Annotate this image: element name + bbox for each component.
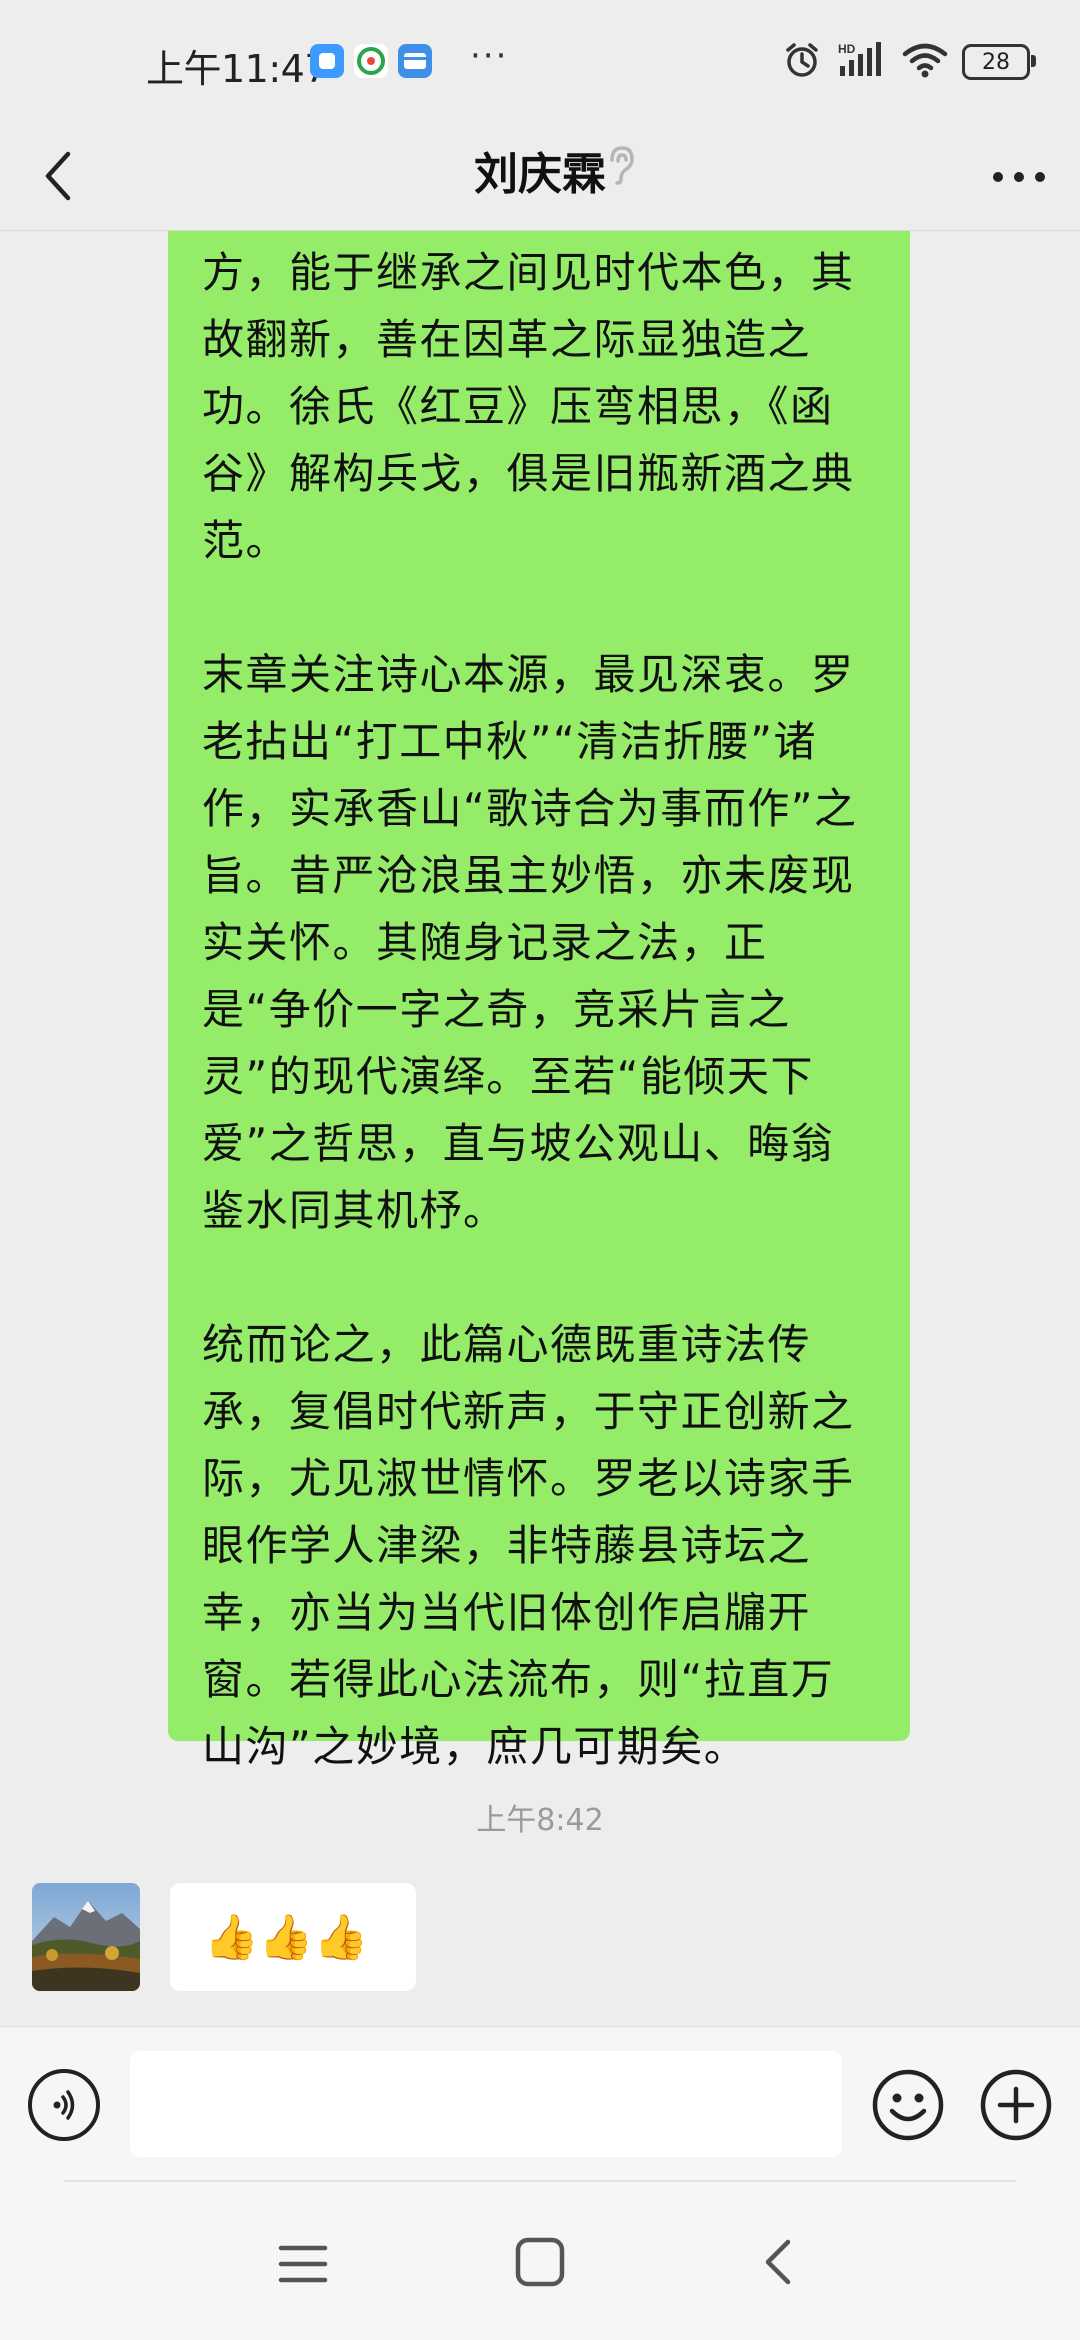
app-notification-icon	[310, 44, 344, 78]
nav-back-button[interactable]	[760, 2236, 796, 2292]
status-time: 上午11:47	[146, 47, 329, 91]
message-paragraph: 统而论之，此篇心德既重诗法传承，复倡时代新声，于守正创新之际，尤见淑世情怀。罗老…	[202, 1320, 855, 1771]
received-message-bubble[interactable]: 👍👍👍	[170, 1883, 416, 1991]
status-right-group: HD 28	[782, 40, 1036, 84]
earpiece-icon	[600, 142, 640, 190]
nav-back-icon	[765, 2239, 791, 2285]
chat-title: 刘庆霖	[474, 149, 606, 200]
svg-text:HD: HD	[838, 42, 856, 56]
mobile-app-icon	[354, 44, 388, 78]
sent-message-bubble[interactable]: 方，能于继承之间见时代本色，其故翻新，善在因革之际显独造之功。徐氏《红豆》压弯相…	[168, 231, 910, 1771]
home-square-icon	[515, 2237, 565, 2287]
message-paragraph: 末章关注诗心本源，最见深衷。罗老拈出“打工中秋”“清洁折腰”诸作，实承香山“歌诗…	[202, 650, 858, 1235]
battery-icon: 28	[962, 44, 1036, 80]
message-timestamp: 上午8:42	[476, 1803, 604, 1838]
plus-icon	[980, 2069, 1052, 2141]
alarm-icon	[782, 40, 822, 84]
message-paragraph: 方，能于继承之间见时代本色，其故翻新，善在因革之际显独造之功。徐氏《红豆》压弯相…	[202, 248, 855, 565]
wifi-icon	[902, 40, 948, 84]
chat-area[interactable]: 方，能于继承之间见时代本色，其故翻新，善在因革之际显独造之功。徐氏《红豆》压弯相…	[0, 231, 1080, 2026]
plus-button[interactable]	[978, 2067, 1054, 2143]
nav-menu-button[interactable]	[278, 2242, 328, 2290]
hd-signal-icon: HD	[836, 40, 888, 84]
menu-icon	[278, 2245, 328, 2283]
avatar[interactable]	[32, 1883, 140, 1991]
status-overflow: ···	[470, 36, 509, 76]
wallet-icon	[398, 44, 432, 78]
message-input[interactable]	[130, 2051, 842, 2157]
chat-header: 刘庆霖	[0, 126, 1080, 231]
nav-divider	[64, 2180, 1016, 2182]
more-icon	[993, 172, 1045, 182]
voice-icon	[53, 2090, 75, 2120]
nav-home-button[interactable]	[514, 2236, 566, 2292]
input-bar	[0, 2026, 1080, 2181]
emoji-button[interactable]	[870, 2067, 946, 2143]
more-button[interactable]	[984, 152, 1054, 202]
emoji-icon	[872, 2069, 944, 2141]
battery-level: 28	[982, 49, 1010, 75]
status-app-icons	[310, 44, 432, 78]
received-message-text: 👍👍👍	[204, 1912, 369, 1963]
voice-button[interactable]	[28, 2069, 100, 2141]
status-bar: 上午11:47 ··· HD 28	[0, 0, 1080, 126]
system-nav-bar	[0, 2180, 1080, 2340]
